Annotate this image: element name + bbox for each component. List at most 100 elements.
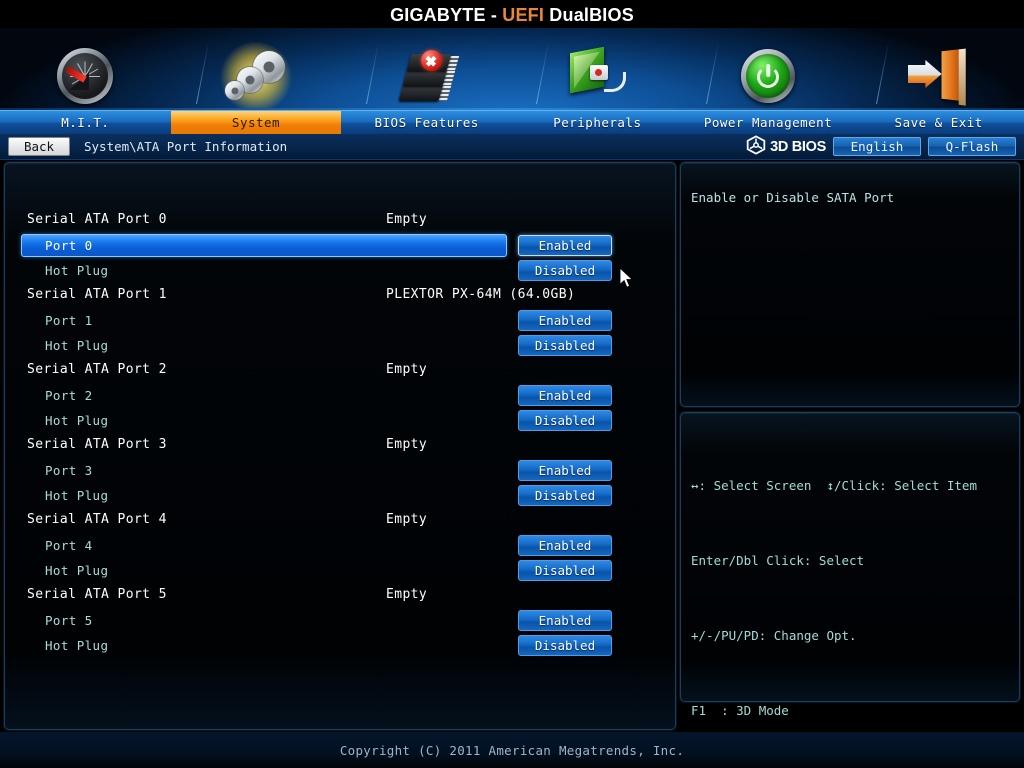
port-group-label: Serial ATA Port 3: [27, 437, 167, 452]
setting-label: Hot Plug: [45, 413, 109, 428]
tab-power-management[interactable]: Power Management: [683, 111, 854, 134]
list-item[interactable]: Hot Plug Disabled: [5, 409, 677, 434]
setting-label: Port 3: [45, 463, 93, 478]
title-highlight: UEFI: [502, 4, 545, 25]
list-item[interactable]: Port 3 Enabled: [5, 459, 677, 484]
option-button[interactable]: Disabled: [518, 410, 612, 431]
nav-icon-save-exit[interactable]: [853, 28, 1024, 110]
list-item[interactable]: Hot Plug Disabled: [5, 559, 677, 584]
key-legend-line: F1 : 3D Mode: [691, 703, 789, 718]
three-d-bios-label: 3D BIOS: [770, 138, 826, 155]
breadcrumb: System\ATA Port Information: [84, 139, 288, 154]
option-button[interactable]: Enabled: [518, 535, 612, 556]
list-item[interactable]: Port 2 Enabled: [5, 384, 677, 409]
list-item: Serial ATA Port 5 Empty: [5, 584, 677, 609]
chip-icon: [394, 44, 460, 108]
port-group-value: Empty: [386, 437, 428, 452]
port-group-value: Empty: [386, 362, 428, 377]
key-legend-line: +/-/PU/PD: Change Opt.: [691, 628, 857, 643]
gears-icon: [220, 42, 292, 110]
page-title: GIGABYTE - UEFI DualBIOS: [390, 5, 634, 26]
tab-bios-features[interactable]: BIOS Features: [341, 111, 512, 134]
list-item[interactable]: Hot Plug Disabled: [5, 259, 677, 284]
key-legend-line: Enter/Dbl Click: Select: [691, 553, 865, 568]
title-suffix: DualBIOS: [544, 4, 634, 25]
nav-icon-peripherals[interactable]: [512, 28, 683, 110]
nav-header: [0, 28, 1024, 110]
option-button[interactable]: Enabled: [518, 460, 612, 481]
setting-label: Hot Plug: [45, 638, 109, 653]
power-button-icon: [735, 44, 801, 108]
setting-label: Port 1: [45, 313, 93, 328]
setting-label: Port 5: [45, 613, 93, 628]
list-item[interactable]: Hot Plug Disabled: [5, 334, 677, 359]
tab-system[interactable]: System: [170, 111, 342, 134]
gauge-icon: [52, 44, 118, 108]
list-item: Serial ATA Port 2 Empty: [5, 359, 677, 384]
port-group-label: Serial ATA Port 5: [27, 587, 167, 602]
tab-peripherals[interactable]: Peripherals: [512, 111, 683, 134]
key-legend-list: ↔: Select Screen ↕/Click: Select Item En…: [691, 423, 1013, 768]
setting-label: Port 0: [45, 238, 93, 253]
title-brand: GIGABYTE -: [390, 4, 503, 25]
list-item: Serial ATA Port 4 Empty: [5, 509, 677, 534]
port-group-label: Serial ATA Port 2: [27, 362, 167, 377]
help-panel: Enable or Disable SATA Port: [680, 162, 1020, 407]
option-button[interactable]: Disabled: [518, 635, 612, 656]
footer-bar: Copyright (C) 2011 American Megatrends, …: [0, 732, 1024, 768]
port-group-label: Serial ATA Port 0: [27, 212, 167, 227]
list-item[interactable]: Port 4 Enabled: [5, 534, 677, 559]
port-group-value: Empty: [386, 512, 428, 527]
mouse-cursor-icon: [619, 266, 634, 289]
nav-icon-power-management[interactable]: [683, 28, 854, 110]
port-group-value: PLEXTOR PX-64M (64.0GB): [386, 287, 576, 302]
nav-icon-mit[interactable]: [0, 28, 171, 110]
breadcrumb-bar: Back System\ATA Port Information 3D BIOS…: [0, 134, 1024, 160]
port-group-value: Empty: [386, 587, 428, 602]
port-group-value: Empty: [386, 212, 428, 227]
bios-screen: GIGABYTE - UEFI DualBIOS M.I.T. System B…: [0, 0, 1024, 768]
option-button[interactable]: Disabled: [518, 260, 612, 281]
option-button[interactable]: Disabled: [518, 560, 612, 581]
three-d-bios-logo: 3D BIOS: [746, 134, 826, 159]
option-button[interactable]: Disabled: [518, 335, 612, 356]
selection-highlight: [21, 234, 507, 257]
power-socket-icon: [564, 44, 630, 108]
list-item: Serial ATA Port 3 Empty: [5, 434, 677, 459]
list-item[interactable]: Port 5 Enabled: [5, 609, 677, 634]
option-button[interactable]: Enabled: [518, 235, 612, 256]
list-item[interactable]: Port 0 Enabled: [5, 234, 677, 259]
option-button[interactable]: Enabled: [518, 310, 612, 331]
nav-icon-bios-features[interactable]: [341, 28, 512, 110]
list-item[interactable]: Hot Plug Disabled: [5, 634, 677, 659]
option-button[interactable]: Enabled: [518, 385, 612, 406]
language-button[interactable]: English: [833, 137, 921, 156]
qflash-button[interactable]: Q-Flash: [928, 137, 1016, 156]
list-item[interactable]: Port 1 Enabled: [5, 309, 677, 334]
back-button[interactable]: Back: [8, 137, 70, 156]
key-legend-panel: ↔: Select Screen ↕/Click: Select Item En…: [680, 412, 1020, 718]
nav-icon-system[interactable]: [171, 28, 342, 110]
list-item: Serial ATA Port 1 PLEXTOR PX-64M (64.0GB…: [5, 284, 677, 309]
list-item[interactable]: Hot Plug Disabled: [5, 484, 677, 509]
exit-door-icon: [906, 44, 972, 108]
sata-port-panel: Serial ATA Port 0 Empty Port 0 Enabled H…: [4, 162, 676, 730]
nav-icon-row: [0, 28, 1024, 110]
setting-label: Hot Plug: [45, 488, 109, 503]
setting-label: Port 2: [45, 388, 93, 403]
help-text: Enable or Disable SATA Port: [691, 190, 895, 205]
copyright-text: Copyright (C) 2011 American Megatrends, …: [339, 742, 685, 758]
port-group-label: Serial ATA Port 4: [27, 512, 167, 527]
nav-tabs: M.I.T. System BIOS Features Peripherals …: [0, 110, 1024, 134]
setting-label: Hot Plug: [45, 563, 109, 578]
key-legend-line: ↔: Select Screen ↕/Click: Select Item: [691, 478, 977, 493]
tab-save-exit[interactable]: Save & Exit: [853, 111, 1024, 134]
list-item: Serial ATA Port 0 Empty: [5, 209, 677, 234]
sata-port-list: Serial ATA Port 0 Empty Port 0 Enabled H…: [5, 163, 677, 731]
tab-mit[interactable]: M.I.T.: [0, 111, 171, 134]
setting-label: Hot Plug: [45, 263, 109, 278]
title-bar: GIGABYTE - UEFI DualBIOS: [0, 0, 1024, 30]
option-button[interactable]: Enabled: [518, 610, 612, 631]
port-group-label: Serial ATA Port 1: [27, 287, 167, 302]
option-button[interactable]: Disabled: [518, 485, 612, 506]
